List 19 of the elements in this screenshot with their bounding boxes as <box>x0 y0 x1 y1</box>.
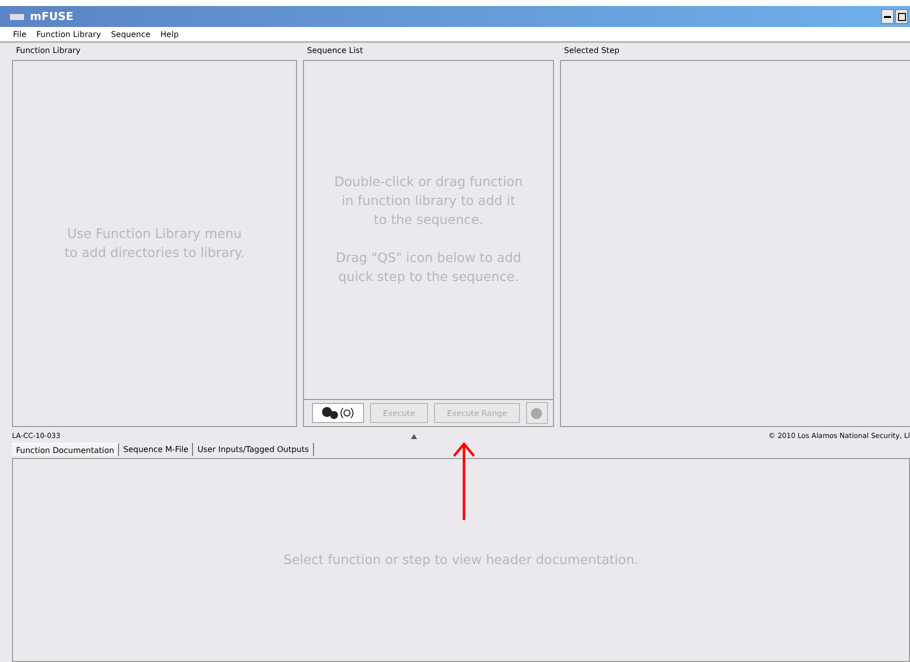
tab[interactable]: User Inputs/Tagged Outputs <box>193 443 314 456</box>
maximize-icon <box>898 12 906 20</box>
panel-title: Sequence List <box>306 45 364 57</box>
minimize-button[interactable] <box>881 9 894 24</box>
panel-title: Selected Step <box>563 45 620 57</box>
menu-item[interactable]: Help <box>160 30 179 38</box>
quick-step-button[interactable] <box>312 403 364 423</box>
tab[interactable]: Function Documentation <box>12 443 120 456</box>
tab[interactable]: Sequence M-File <box>119 443 194 456</box>
menu-item[interactable]: File <box>13 30 26 38</box>
quick-step-icon <box>321 406 355 420</box>
app-icon <box>10 14 24 20</box>
menu-item[interactable]: Function Library <box>36 30 101 38</box>
menu-item[interactable]: Sequence <box>110 30 150 38</box>
maximize-button[interactable] <box>895 9 908 24</box>
minimize-icon <box>884 16 891 18</box>
splitter-handle-icon[interactable] <box>411 434 418 438</box>
panel-title: Function Library <box>15 45 82 57</box>
window-title: mFUSE <box>30 10 74 23</box>
